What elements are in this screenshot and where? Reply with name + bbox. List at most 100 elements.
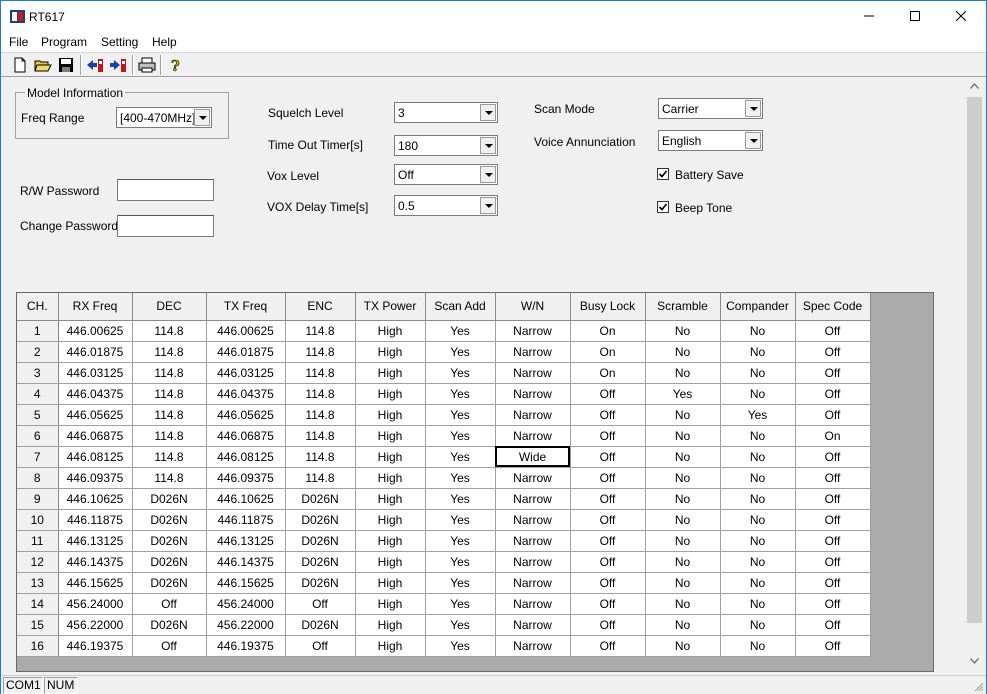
cell-compander[interactable]: No [720,341,796,363]
cell-rx-freq[interactable]: 446.01875 [58,341,133,363]
cell-w-n[interactable]: Narrow [495,320,571,342]
cell-scramble[interactable]: No [645,404,721,426]
cell-compander[interactable]: No [720,635,796,657]
column-header-busy-lock[interactable]: Busy Lock [570,293,646,321]
chevron-down-icon[interactable] [480,197,496,214]
cell-spec-code[interactable]: Off [795,551,871,573]
cell-spec-code[interactable]: Off [795,404,871,426]
cell-tx-power[interactable]: High [355,551,426,573]
cell-w-n[interactable]: Narrow [495,425,571,447]
cell-dec[interactable]: D026N [132,572,207,594]
squelch-level-select[interactable]: 3 [394,102,498,123]
cell-busy-lock[interactable]: Off [570,572,646,594]
cell-dec[interactable]: 114.8 [132,425,207,447]
cell-dec[interactable]: 114.8 [132,362,207,384]
cell-rx-freq[interactable]: 446.14375 [58,551,133,573]
cell-spec-code[interactable]: Off [795,635,871,657]
cell-spec-code[interactable]: Off [795,383,871,405]
cell-tx-power[interactable]: High [355,572,426,594]
scrollbar-thumb[interactable] [967,97,982,623]
cell-tx-power[interactable]: High [355,446,426,468]
row-header-cell[interactable]: 12 [17,551,59,573]
cell-scramble[interactable]: No [645,509,721,531]
cell-tx-freq[interactable]: 446.08125 [206,446,286,468]
cell-enc[interactable]: D026N [285,509,356,531]
time-out-timer-select[interactable]: 180 [394,135,498,156]
cell-scan-add[interactable]: Yes [425,551,496,573]
cell-dec[interactable]: D026N [132,488,207,510]
cell-scan-add[interactable]: Yes [425,404,496,426]
scroll-down-arrow-icon[interactable] [970,658,979,664]
cell-busy-lock[interactable]: On [570,362,646,384]
cell-tx-freq[interactable]: 446.15625 [206,572,286,594]
help-button[interactable]: ? [165,55,185,76]
cell-w-n[interactable]: Narrow [495,341,571,363]
cell-w-n[interactable]: Wide [495,446,571,468]
column-header-scramble[interactable]: Scramble [645,293,721,321]
print-button[interactable] [137,55,157,75]
cell-w-n[interactable]: Narrow [495,467,571,489]
cell-rx-freq[interactable]: 456.22000 [58,614,133,636]
column-header-spec-code[interactable]: Spec Code [795,293,871,321]
menu-setting[interactable]: Setting [101,35,138,49]
cell-tx-power[interactable]: High [355,488,426,510]
cell-enc[interactable]: 114.8 [285,383,356,405]
cell-tx-freq[interactable]: 446.00625 [206,320,286,342]
cell-scramble[interactable]: No [645,341,721,363]
chevron-down-icon[interactable] [480,137,496,154]
scroll-up-arrow-icon[interactable] [970,83,979,89]
cell-rx-freq[interactable]: 456.24000 [58,593,133,615]
cell-dec[interactable]: D026N [132,614,207,636]
cell-tx-power[interactable]: High [355,467,426,489]
new-file-button[interactable] [10,55,30,75]
cell-dec[interactable]: 114.8 [132,467,207,489]
cell-enc[interactable]: 114.8 [285,362,356,384]
menu-file[interactable]: File [9,35,28,49]
cell-scramble[interactable]: No [645,467,721,489]
row-header-cell[interactable]: 1 [17,320,59,342]
cell-compander[interactable]: No [720,425,796,447]
cell-busy-lock[interactable]: Off [570,509,646,531]
cell-w-n[interactable]: Narrow [495,614,571,636]
cell-w-n[interactable]: Narrow [495,593,571,615]
cell-enc[interactable]: D026N [285,572,356,594]
cell-scan-add[interactable]: Yes [425,614,496,636]
cell-compander[interactable]: No [720,614,796,636]
menu-help[interactable]: Help [152,35,177,49]
cell-scan-add[interactable]: Yes [425,425,496,447]
channel-grid[interactable]: CH. RX Freq DEC TX Freq ENC TX Power Scan Add W… [16,292,934,672]
cell-scan-add[interactable]: Yes [425,362,496,384]
row-header-cell[interactable]: 13 [17,572,59,594]
cell-busy-lock[interactable]: On [570,341,646,363]
cell-w-n[interactable]: Narrow [495,404,571,426]
row-header-cell[interactable]: 3 [17,362,59,384]
row-header-cell[interactable]: 16 [17,635,59,657]
cell-enc[interactable]: 114.8 [285,425,356,447]
cell-rx-freq[interactable]: 446.15625 [58,572,133,594]
cell-scramble[interactable]: No [645,635,721,657]
cell-enc[interactable]: D026N [285,551,356,573]
cell-w-n[interactable]: Narrow [495,488,571,510]
chevron-down-icon[interactable] [745,100,761,117]
cell-scramble[interactable]: No [645,362,721,384]
column-header-tx-freq[interactable]: TX Freq [206,293,286,321]
cell-tx-freq[interactable]: 446.06875 [206,425,286,447]
cell-tx-power[interactable]: High [355,635,426,657]
cell-compander[interactable]: No [720,467,796,489]
column-header-tx-power[interactable]: TX Power [355,293,426,321]
chevron-down-icon[interactable] [480,104,496,121]
cell-busy-lock[interactable]: Off [570,488,646,510]
cell-enc[interactable]: 114.8 [285,320,356,342]
cell-spec-code[interactable]: Off [795,614,871,636]
cell-spec-code[interactable]: Off [795,446,871,468]
cell-scan-add[interactable]: Yes [425,530,496,552]
cell-scan-add[interactable]: Yes [425,383,496,405]
cell-rx-freq[interactable]: 446.08125 [58,446,133,468]
cell-tx-freq[interactable]: 446.09375 [206,467,286,489]
cell-scan-add[interactable]: Yes [425,467,496,489]
column-header-ch[interactable]: CH. [17,293,59,321]
cell-busy-lock[interactable]: Off [570,551,646,573]
column-header-dec[interactable]: DEC [132,293,207,321]
cell-scramble[interactable]: No [645,446,721,468]
cell-tx-power[interactable]: High [355,341,426,363]
